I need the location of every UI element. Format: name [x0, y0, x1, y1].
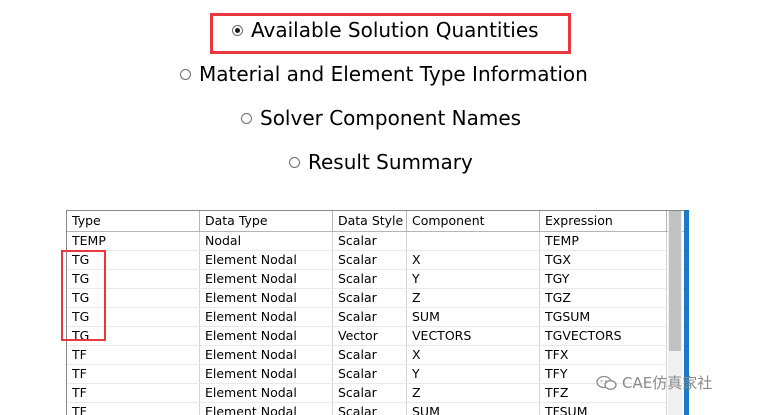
cell-expression: TGY: [540, 270, 667, 288]
cell-data-type: Element Nodal: [200, 327, 333, 345]
cell-data-style: Scalar: [333, 289, 407, 307]
cell-type: TF: [67, 365, 200, 383]
table-header-row: Type Data Type Data Style Component Expr…: [67, 211, 687, 232]
scrollbar-thumb[interactable]: [669, 211, 681, 351]
cell-expression: TFX: [540, 346, 667, 364]
radio-button[interactable]: [289, 156, 300, 168]
cell-component: X: [407, 346, 540, 364]
cell-data-type: Element Nodal: [200, 251, 333, 269]
cell-data-type: Element Nodal: [200, 308, 333, 326]
cell-expression: TEMP: [540, 232, 667, 250]
cell-component: X: [407, 251, 540, 269]
table-row[interactable]: TEMP Nodal Scalar TEMP: [67, 232, 687, 251]
cell-data-style: Scalar: [333, 308, 407, 326]
column-header-data-style[interactable]: Data Style: [333, 211, 407, 231]
option-material-element-type-info[interactable]: Material and Element Type Information: [180, 58, 588, 90]
cell-type: TG: [67, 308, 200, 326]
cell-data-style: Scalar: [333, 403, 407, 415]
cell-data-type: Nodal: [200, 232, 333, 250]
table-row[interactable]: TG Element Nodal Scalar Z TGZ: [67, 289, 687, 308]
option-available-solution-quantities[interactable]: Available Solution Quantities: [232, 14, 539, 46]
cell-data-type: Element Nodal: [200, 270, 333, 288]
cell-data-style: Scalar: [333, 251, 407, 269]
cell-type: TG: [67, 289, 200, 307]
cell-type: TF: [67, 403, 200, 415]
solution-quantities-table: Type Data Type Data Style Component Expr…: [66, 210, 688, 415]
radio-button[interactable]: [241, 112, 252, 124]
cell-data-type: Element Nodal: [200, 365, 333, 383]
cell-type: TF: [67, 384, 200, 402]
table-row[interactable]: TG Element Nodal Scalar Y TGY: [67, 270, 687, 289]
table-row[interactable]: TG Element Nodal Scalar SUM TGSUM: [67, 308, 687, 327]
option-label: Result Summary: [308, 150, 473, 174]
cell-data-type: Element Nodal: [200, 384, 333, 402]
cell-expression: TGZ: [540, 289, 667, 307]
watermark: CAE仿真家社: [596, 372, 712, 393]
cell-data-type: Element Nodal: [200, 346, 333, 364]
cell-component: SUM: [407, 403, 540, 415]
column-header-type[interactable]: Type: [67, 211, 200, 231]
option-label: Material and Element Type Information: [199, 62, 588, 86]
cell-component: Y: [407, 270, 540, 288]
wechat-icon: [596, 375, 617, 390]
cell-data-type: Element Nodal: [200, 403, 333, 415]
cell-type: TG: [67, 251, 200, 269]
option-label: Available Solution Quantities: [251, 18, 539, 42]
cell-expression: TGX: [540, 251, 667, 269]
cell-data-style: Scalar: [333, 232, 407, 250]
table-row[interactable]: TG Element Nodal Vector VECTORS TGVECTOR…: [67, 327, 687, 346]
cell-type: TG: [67, 270, 200, 288]
cell-expression: TGVECTORS: [540, 327, 667, 345]
column-header-component[interactable]: Component: [407, 211, 540, 231]
cell-data-style: Vector: [333, 327, 407, 345]
column-header-data-type[interactable]: Data Type: [200, 211, 333, 231]
table-row[interactable]: TF Element Nodal Scalar Y TFY: [67, 365, 687, 384]
cell-data-style: Scalar: [333, 346, 407, 364]
cell-component: Z: [407, 289, 540, 307]
table-row[interactable]: TF Element Nodal Scalar Z TFZ: [67, 384, 687, 403]
cell-data-style: Scalar: [333, 384, 407, 402]
option-solver-component-names[interactable]: Solver Component Names: [241, 102, 521, 134]
watermark-text: CAE仿真家社: [622, 374, 713, 392]
cell-expression: TGSUM: [540, 308, 667, 326]
cell-type: TG: [67, 327, 200, 345]
cell-component: [407, 232, 540, 250]
table-row[interactable]: TF Element Nodal Scalar X TFX: [67, 346, 687, 365]
column-header-expression[interactable]: Expression: [540, 211, 667, 231]
cell-component: Y: [407, 365, 540, 383]
cell-component: SUM: [407, 308, 540, 326]
cell-expression: TFSUM: [540, 403, 667, 415]
option-label: Solver Component Names: [260, 106, 522, 130]
cell-data-style: Scalar: [333, 365, 407, 383]
radio-button[interactable]: [180, 68, 191, 80]
table-row[interactable]: TG Element Nodal Scalar X TGX: [67, 251, 687, 270]
option-result-summary[interactable]: Result Summary: [289, 146, 473, 178]
cell-type: TEMP: [67, 232, 200, 250]
table-row[interactable]: TF Element Nodal Scalar SUM TFSUM: [67, 403, 687, 415]
cell-component: VECTORS: [407, 327, 540, 345]
cell-data-type: Element Nodal: [200, 289, 333, 307]
cell-data-style: Scalar: [333, 270, 407, 288]
cell-component: Z: [407, 384, 540, 402]
radio-button-selected[interactable]: [232, 24, 243, 36]
cell-type: TF: [67, 346, 200, 364]
